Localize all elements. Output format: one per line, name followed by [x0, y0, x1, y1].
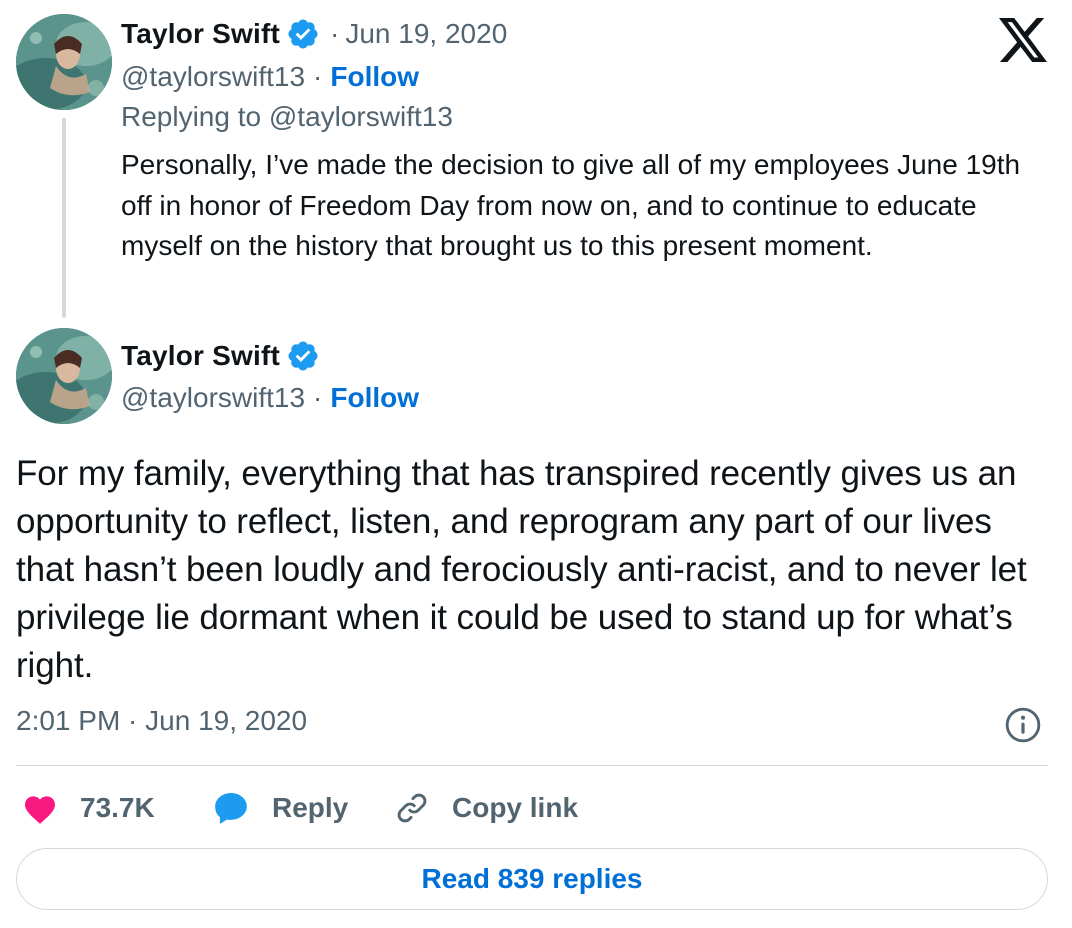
- read-replies-button[interactable]: Read 839 replies: [16, 848, 1048, 910]
- reply-tweet-text: Personally, I’ve made the decision to gi…: [121, 149, 1021, 261]
- reply-bubble-icon: [212, 789, 250, 827]
- author-name[interactable]: Taylor Swift: [121, 18, 280, 50]
- reply-button[interactable]: Reply: [212, 786, 348, 830]
- thread-connector-line: [62, 118, 66, 318]
- avatar-image: [16, 328, 112, 424]
- divider: [16, 765, 1048, 766]
- main-tweet-text: For my family, everything that has trans…: [16, 454, 1027, 685]
- copy-link-button[interactable]: Copy link: [394, 786, 578, 830]
- verified-badge-icon: [286, 17, 320, 51]
- author-handle[interactable]: @taylorswift13: [121, 382, 305, 414]
- author-handle[interactable]: @taylorswift13: [121, 61, 305, 93]
- reply-handle-row: @taylorswift13 · Follow: [121, 57, 419, 97]
- reply-label: Reply: [272, 792, 349, 823]
- date-separator: ·: [330, 18, 340, 49]
- reply-author-row: Taylor Swift · Jun 19, 2020: [121, 14, 507, 54]
- avatar[interactable]: [16, 14, 112, 110]
- handle-separator: ·: [313, 382, 323, 413]
- read-replies-label: Read 839 replies: [421, 863, 643, 894]
- tweet-timestamp[interactable]: 2:01 PM · Jun 19, 2020: [16, 705, 307, 737]
- heart-icon: [22, 791, 58, 825]
- main-author-row: Taylor Swift: [121, 336, 320, 376]
- follow-button[interactable]: Follow: [330, 382, 419, 414]
- tweet-date[interactable]: Jun 19, 2020: [345, 18, 507, 50]
- main-handle-row: @taylorswift13 · Follow: [121, 378, 419, 418]
- link-icon: [394, 790, 430, 826]
- handle-separator: ·: [313, 61, 323, 92]
- avatar-image: [16, 14, 112, 110]
- copy-link-label: Copy link: [452, 792, 579, 823]
- info-icon[interactable]: [1004, 706, 1042, 744]
- like-count: 73.7K: [80, 792, 155, 823]
- follow-button[interactable]: Follow: [330, 61, 419, 93]
- x-logo-icon[interactable]: [998, 18, 1048, 62]
- verified-badge-icon: [286, 339, 320, 373]
- like-button[interactable]: 73.7K: [22, 786, 155, 830]
- avatar[interactable]: [16, 328, 112, 424]
- replying-to-row: Replying to @taylorswift13: [121, 97, 453, 137]
- replying-to-label: Replying to @taylorswift13: [121, 101, 453, 132]
- author-name[interactable]: Taylor Swift: [121, 340, 280, 372]
